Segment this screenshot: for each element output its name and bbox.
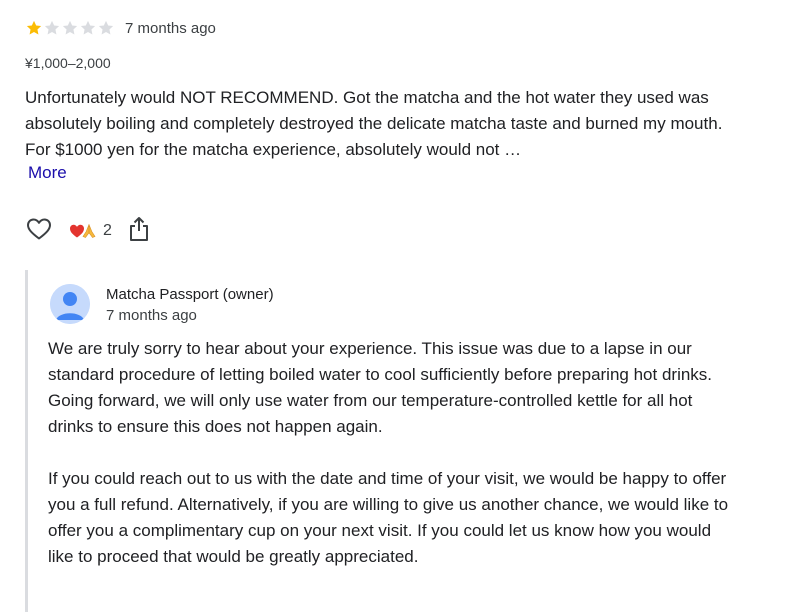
star-empty-icon	[79, 19, 97, 37]
reply-paragraph: We are truly sorry to hear about your ex…	[48, 339, 713, 436]
review-actions: 2	[25, 216, 152, 246]
review-time: 7 months ago	[125, 19, 216, 37]
default-avatar-icon	[50, 284, 90, 324]
share-button[interactable]	[126, 216, 152, 247]
reply-paragraph: If you could reach out to us with the da…	[48, 469, 729, 566]
star-filled-icon	[25, 19, 43, 37]
folded-hands-emoji-icon	[81, 223, 97, 239]
share-icon	[128, 216, 150, 247]
owner-reply-text: We are truly sorry to hear about your ex…	[48, 336, 738, 596]
owner-reply-time: 7 months ago	[106, 307, 197, 324]
star-empty-icon	[43, 19, 61, 37]
star-empty-icon	[61, 19, 79, 37]
more-link[interactable]: More	[28, 163, 67, 183]
review-text: Unfortunately would NOT RECOMMEND. Got t…	[25, 88, 723, 159]
price-range: ¥1,000–2,000	[25, 55, 111, 71]
owner-reply: Matcha Passport (owner) 7 months ago We …	[25, 270, 768, 612]
star-rating	[25, 19, 115, 37]
reaction-count: 2	[103, 222, 112, 239]
star-empty-icon	[97, 19, 115, 37]
owner-name[interactable]: Matcha Passport (owner)	[106, 286, 274, 303]
reactions[interactable]: 2	[69, 217, 112, 245]
like-button[interactable]	[25, 217, 53, 245]
heart-outline-icon	[26, 217, 52, 246]
rating-row: 7 months ago	[25, 18, 216, 38]
